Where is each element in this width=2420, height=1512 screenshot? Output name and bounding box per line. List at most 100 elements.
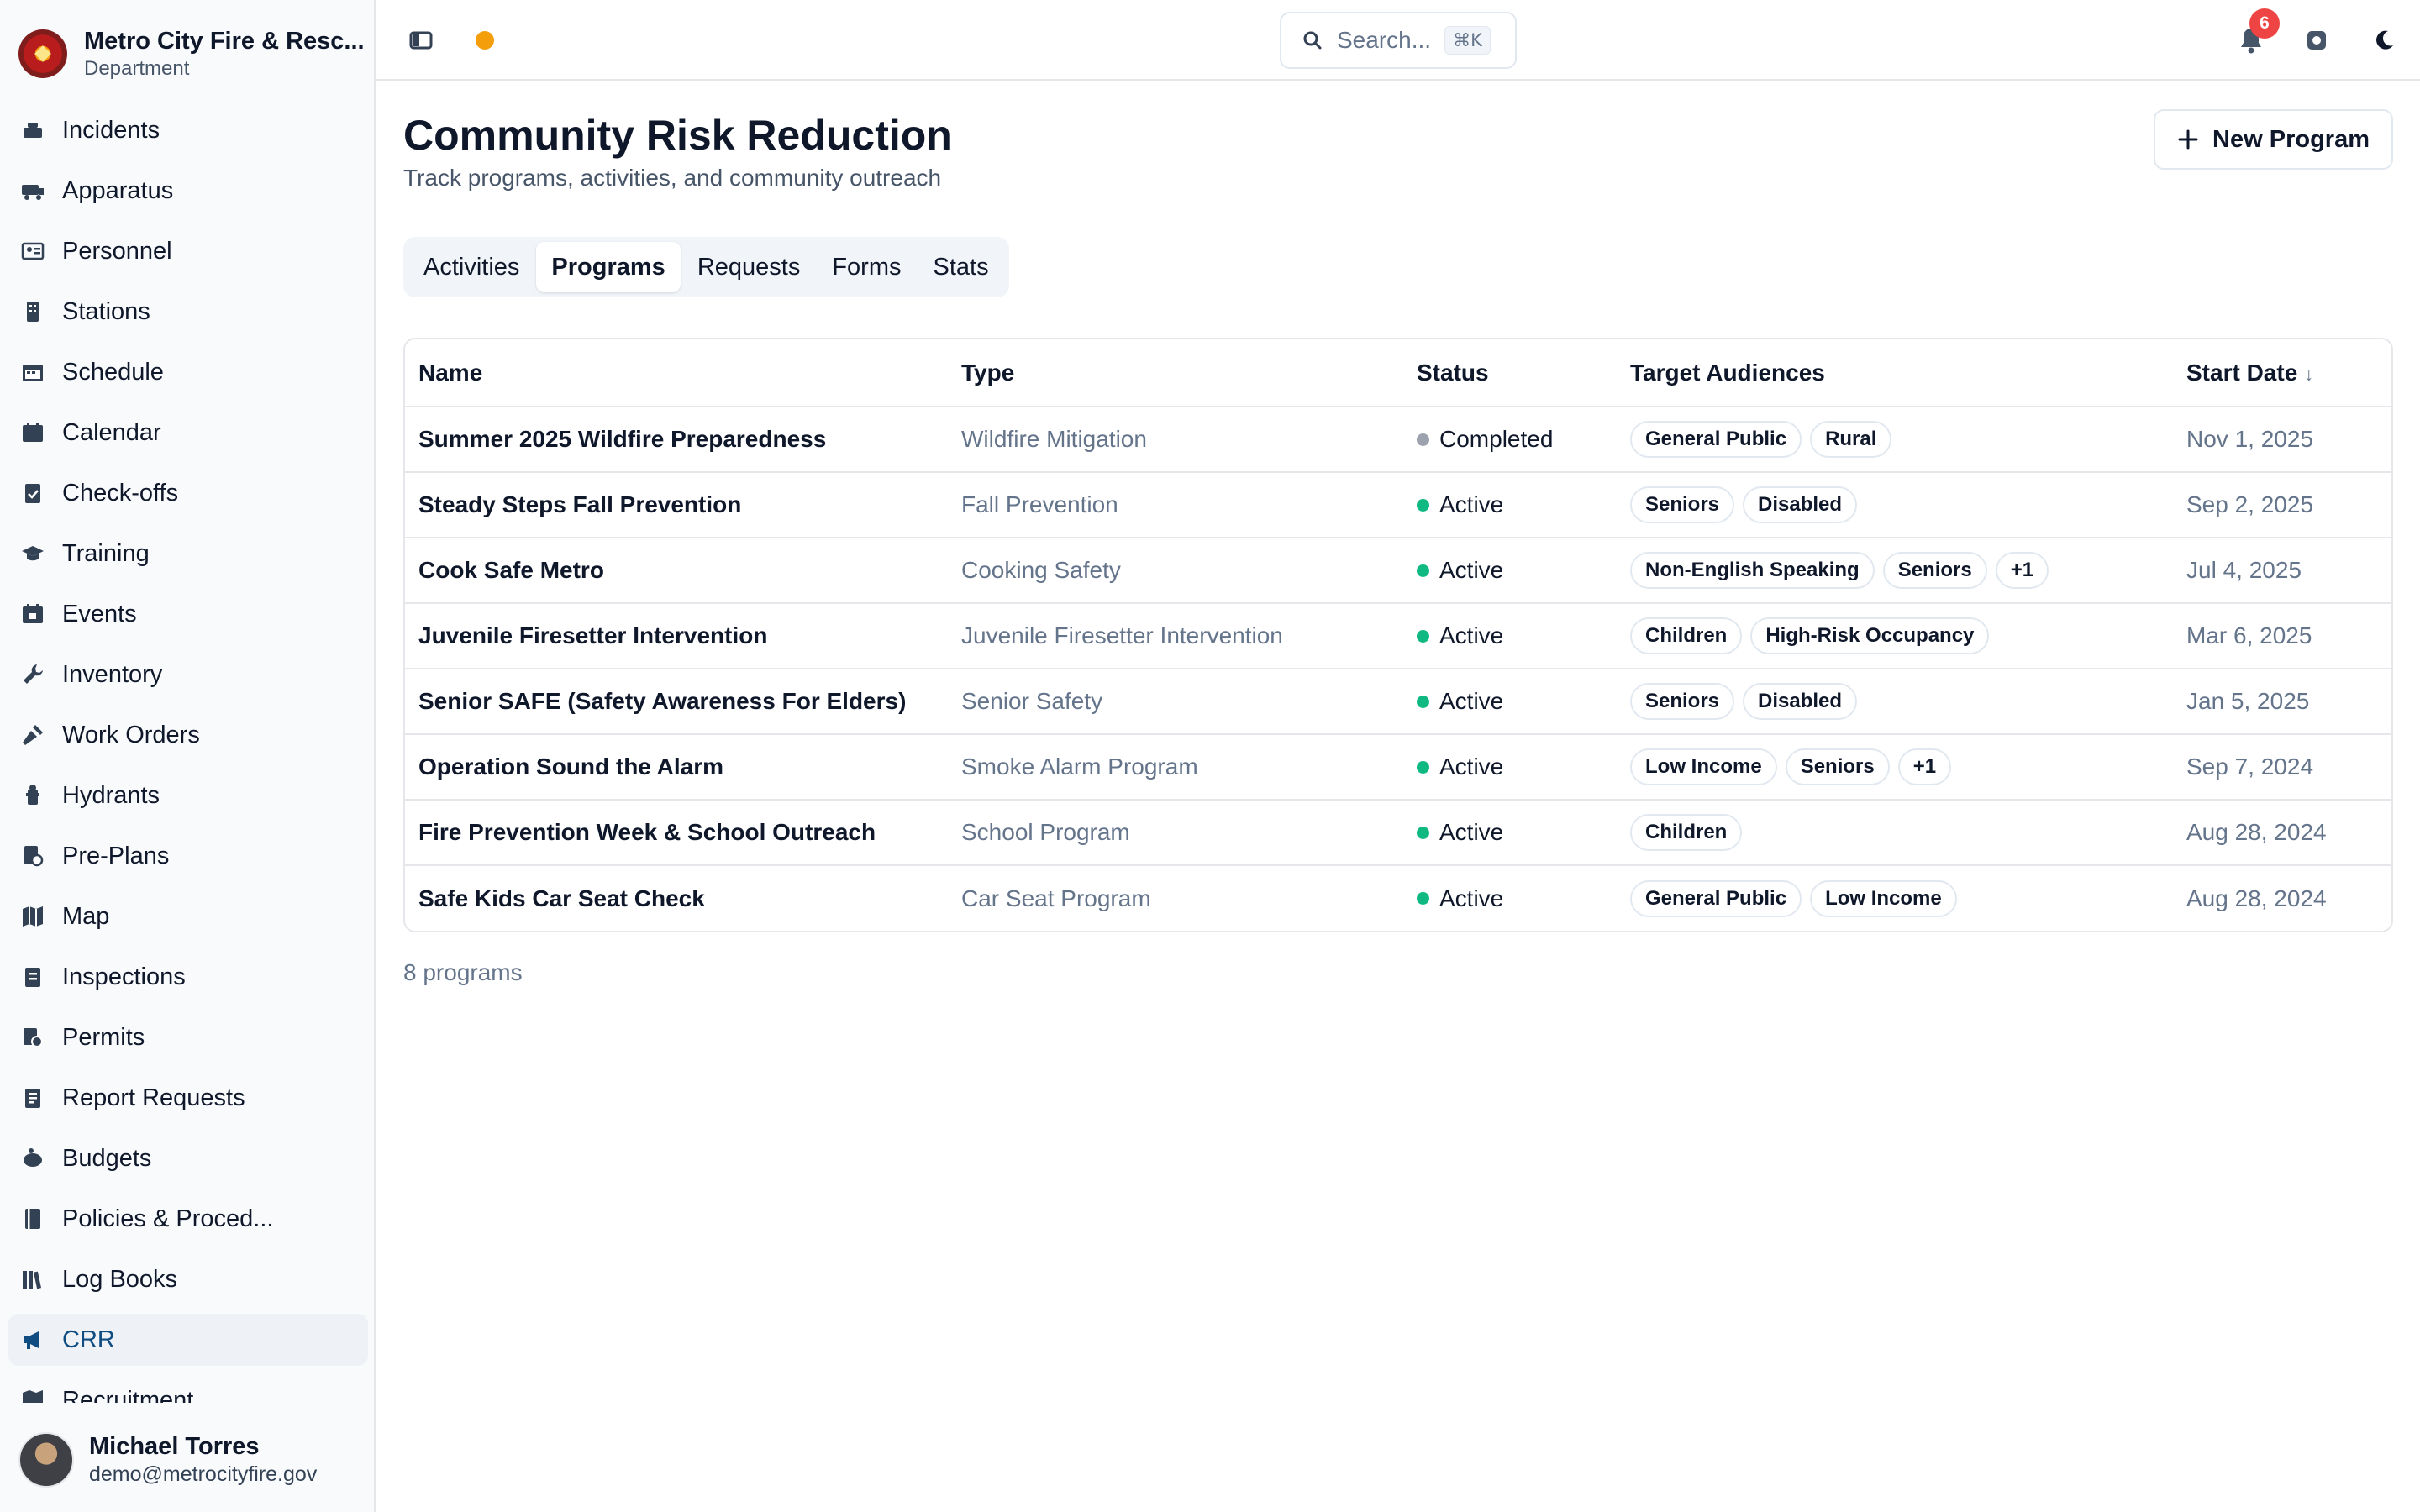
programs-table: Name Type Status Target Audiences Start … — [403, 338, 2393, 932]
sidebar-toggle-button[interactable] — [406, 25, 436, 55]
user-menu[interactable]: Michael Torres demo@metrocityfire.gov — [18, 1428, 363, 1492]
sidebar-item-calendar[interactable]: Calendar — [8, 407, 368, 459]
status-dot-icon — [1417, 564, 1429, 577]
audience-chip: Children — [1630, 814, 1743, 851]
sidebar-item-events[interactable]: Events — [8, 588, 368, 640]
sidebar-item-label: Inventory — [62, 660, 163, 688]
piggy-bank-icon — [20, 1146, 45, 1171]
sidebar-item-permits[interactable]: Permits — [8, 1011, 368, 1063]
start-date: Aug 28, 2024 — [2173, 800, 2391, 866]
table-row[interactable]: Cook Safe Metro Cooking Safety Active Non-E… — [405, 538, 2391, 604]
map-icon — [20, 904, 45, 929]
theme-toggle-button[interactable] — [2369, 25, 2399, 55]
sidebar-nav: Incidents Apparatus Personnel Stations Sched… — [8, 104, 368, 1403]
program-name[interactable]: Steady Steps Fall Prevention — [405, 472, 948, 538]
column-header-name[interactable]: Name — [405, 339, 948, 407]
sidebar-item-training[interactable]: Training — [8, 528, 368, 580]
table-row[interactable]: Safe Kids Car Seat Check Car Seat Program… — [405, 865, 2391, 931]
program-name[interactable]: Cook Safe Metro — [405, 538, 948, 604]
target-audiences-cell: Seniors Disabled — [1617, 669, 2173, 735]
sidebar-item-incidents[interactable]: Incidents — [8, 104, 368, 156]
program-name[interactable]: Fire Prevention Week & School Outreach — [405, 800, 948, 866]
sidebar-item-map[interactable]: Map — [8, 890, 368, 942]
tab-stats[interactable]: Stats — [918, 242, 1004, 292]
sidebar-item-inventory[interactable]: Inventory — [8, 648, 368, 701]
gear-icon — [2307, 31, 2326, 50]
sidebar-item-pre-plans[interactable]: Pre-Plans — [8, 830, 368, 882]
column-header-type[interactable]: Type — [948, 339, 1403, 407]
column-header-status[interactable]: Status — [1403, 339, 1617, 407]
sidebar-item-recruitment[interactable]: Recruitment — [8, 1374, 368, 1403]
status-dot-icon — [1417, 433, 1429, 446]
program-type: Car Seat Program — [961, 885, 1151, 911]
status-dot-icon — [1417, 498, 1429, 512]
sidebar-item-work-orders[interactable]: Work Orders — [8, 709, 368, 761]
start-date: Jan 5, 2025 — [2173, 669, 2391, 735]
clipboard-check-icon — [20, 480, 45, 506]
status-label: Active — [1439, 753, 1504, 780]
sidebar-item-schedule[interactable]: Schedule — [8, 346, 368, 398]
sidebar-item-stations[interactable]: Stations — [8, 286, 368, 338]
plus-icon — [2178, 129, 2198, 150]
tab-requests[interactable]: Requests — [682, 242, 816, 292]
sidebar-item-inspections[interactable]: Inspections — [8, 951, 368, 1003]
table-row[interactable]: Senior SAFE (Safety Awareness For Elders… — [405, 669, 2391, 735]
column-header-target-audiences[interactable]: Target Audiences — [1617, 339, 2173, 407]
status-indicator[interactable] — [475, 30, 495, 50]
page-title: Community Risk Reduction — [403, 112, 952, 159]
table-row[interactable]: Fire Prevention Week & School Outreach Sc… — [405, 800, 2391, 866]
org-switcher[interactable]: Metro City Fire & Resc... Department — [18, 24, 365, 84]
table-row[interactable]: Operation Sound the Alarm Smoke Alarm Pro… — [405, 734, 2391, 801]
settings-button[interactable] — [2302, 25, 2332, 55]
sidebar-item-apparatus[interactable]: Apparatus — [8, 165, 368, 217]
start-date: Jul 4, 2025 — [2173, 538, 2391, 604]
program-name[interactable]: Safe Kids Car Seat Check — [405, 865, 948, 931]
user-name: Michael Torres — [89, 1433, 260, 1460]
sidebar-item-policies-proced[interactable]: Policies & Proced... — [8, 1193, 368, 1245]
start-date: Aug 28, 2024 — [2186, 885, 2327, 911]
sidebar-item-label: Log Books — [62, 1265, 178, 1293]
sidebar-item-personnel[interactable]: Personnel — [8, 225, 368, 277]
sidebar-item-hydrants[interactable]: Hydrants — [8, 769, 368, 822]
new-program-button[interactable]: New Program — [2154, 109, 2393, 170]
program-status-cell: Active — [1403, 734, 1617, 801]
program-status-cell: Completed — [1403, 407, 1617, 473]
search-placeholder: Search... — [1337, 27, 1432, 53]
sidebar-item-label: Report Requests — [62, 1084, 245, 1111]
program-type: Smoke Alarm Program — [948, 734, 1403, 801]
sidebar-item-report-requests[interactable]: Report Requests — [8, 1072, 368, 1124]
sidebar-item-label: CRR — [62, 1326, 115, 1353]
program-status-cell: Active — [1403, 603, 1617, 669]
sidebar-item-check-offs[interactable]: Check-offs — [8, 467, 368, 519]
sidebar-item-label: Pre-Plans — [62, 842, 170, 869]
table-row[interactable]: Juvenile Firesetter Intervention Juvenile… — [405, 603, 2391, 669]
sidebar-item-label: Stations — [62, 297, 150, 325]
start-date: Sep 7, 2024 — [2173, 734, 2391, 801]
program-name[interactable]: Senior SAFE (Safety Awareness For Elders… — [405, 669, 948, 735]
table-row[interactable]: Summer 2025 Wildfire Preparedness Wildfir… — [405, 407, 2391, 473]
program-name[interactable]: Juvenile Firesetter Intervention — [405, 603, 948, 669]
table-row[interactable]: Steady Steps Fall Prevention Fall Prevent… — [405, 472, 2391, 538]
audience-chip: Seniors — [1630, 683, 1735, 720]
log-books-icon — [20, 1267, 45, 1292]
tab-programs[interactable]: Programs — [536, 242, 681, 292]
audience-chip: General Public — [1630, 421, 1802, 458]
target-audiences-cell: Children — [1617, 800, 2173, 866]
org-name: Metro City Fire & Resc... — [84, 28, 365, 55]
notifications-button[interactable]: 6 — [2234, 8, 2280, 57]
audience-chip: Seniors — [1785, 748, 1890, 785]
report-requests-icon — [20, 1085, 45, 1110]
sidebar-item-budgets[interactable]: Budgets — [8, 1132, 368, 1184]
program-name[interactable]: Operation Sound the Alarm — [405, 734, 948, 801]
sidebar-item-label: Hydrants — [62, 781, 160, 809]
target-audiences-cell: Children High-Risk Occupancy — [1617, 603, 2173, 669]
sidebar-item-log-books[interactable]: Log Books — [8, 1253, 368, 1305]
column-header-start-date[interactable]: Start Date ↓ — [2173, 339, 2391, 407]
sidebar-item-label: Map — [62, 902, 110, 930]
tab-forms[interactable]: Forms — [817, 242, 916, 292]
program-name[interactable]: Summer 2025 Wildfire Preparedness — [405, 407, 948, 473]
search-input[interactable]: Search... ⌘K — [1280, 12, 1517, 69]
sidebar-item-crr[interactable]: CRR — [8, 1314, 368, 1366]
sidebar-item-label: Policies & Proced... — [62, 1205, 274, 1232]
tab-activities[interactable]: Activities — [408, 242, 534, 292]
